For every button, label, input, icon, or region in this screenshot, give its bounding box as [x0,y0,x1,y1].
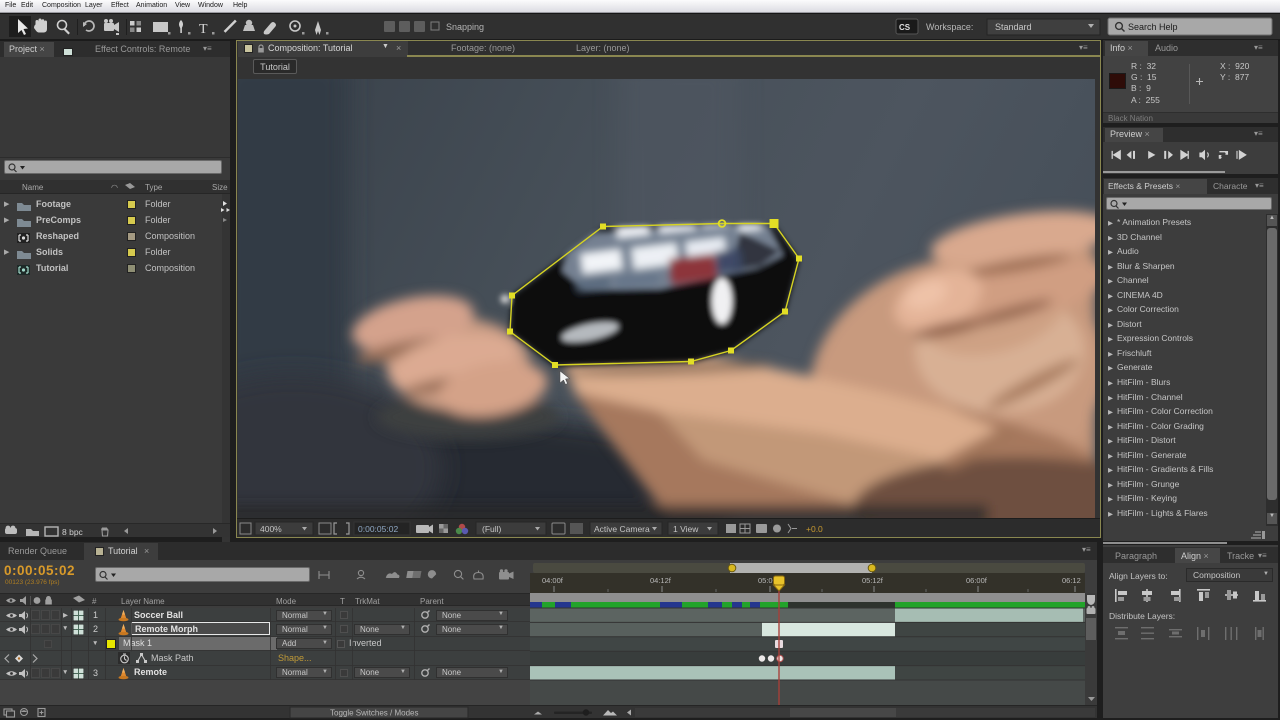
svg-text:Toggle Switches / Modes: Toggle Switches / Modes [330,709,419,718]
svg-text:Workspace:: Workspace: [926,22,973,32]
svg-text:06:12: 06:12 [1062,576,1081,585]
svg-text:#: # [92,597,97,606]
svg-text:Standard: Standard [995,22,1032,32]
svg-text:Search Help: Search Help [1128,22,1178,32]
svg-text:8 bpc: 8 bpc [62,527,84,537]
svg-text:Mode: Mode [276,597,297,606]
svg-text:T: T [340,597,345,606]
svg-text:(Full): (Full) [482,524,502,534]
svg-text:Snapping: Snapping [446,22,484,32]
svg-text:1 View: 1 View [673,524,699,534]
svg-text:T: T [199,22,208,37]
svg-text:04:00f: 04:00f [542,576,564,585]
svg-text:400%: 400% [260,524,282,534]
svg-text:CS: CS [899,23,911,32]
svg-text:06:00f: 06:00f [966,576,988,585]
svg-text:04:12f: 04:12f [650,576,672,585]
svg-text:0:00:05:02: 0:00:05:02 [358,524,398,534]
svg-text:Active Camera: Active Camera [594,524,650,534]
svg-text:+0.0: +0.0 [806,524,823,534]
svg-text:05:12f: 05:12f [862,576,884,585]
svg-text:Parent: Parent [420,597,444,606]
svg-text:Layer Name: Layer Name [121,597,165,606]
svg-text:TrkMat: TrkMat [355,597,380,606]
